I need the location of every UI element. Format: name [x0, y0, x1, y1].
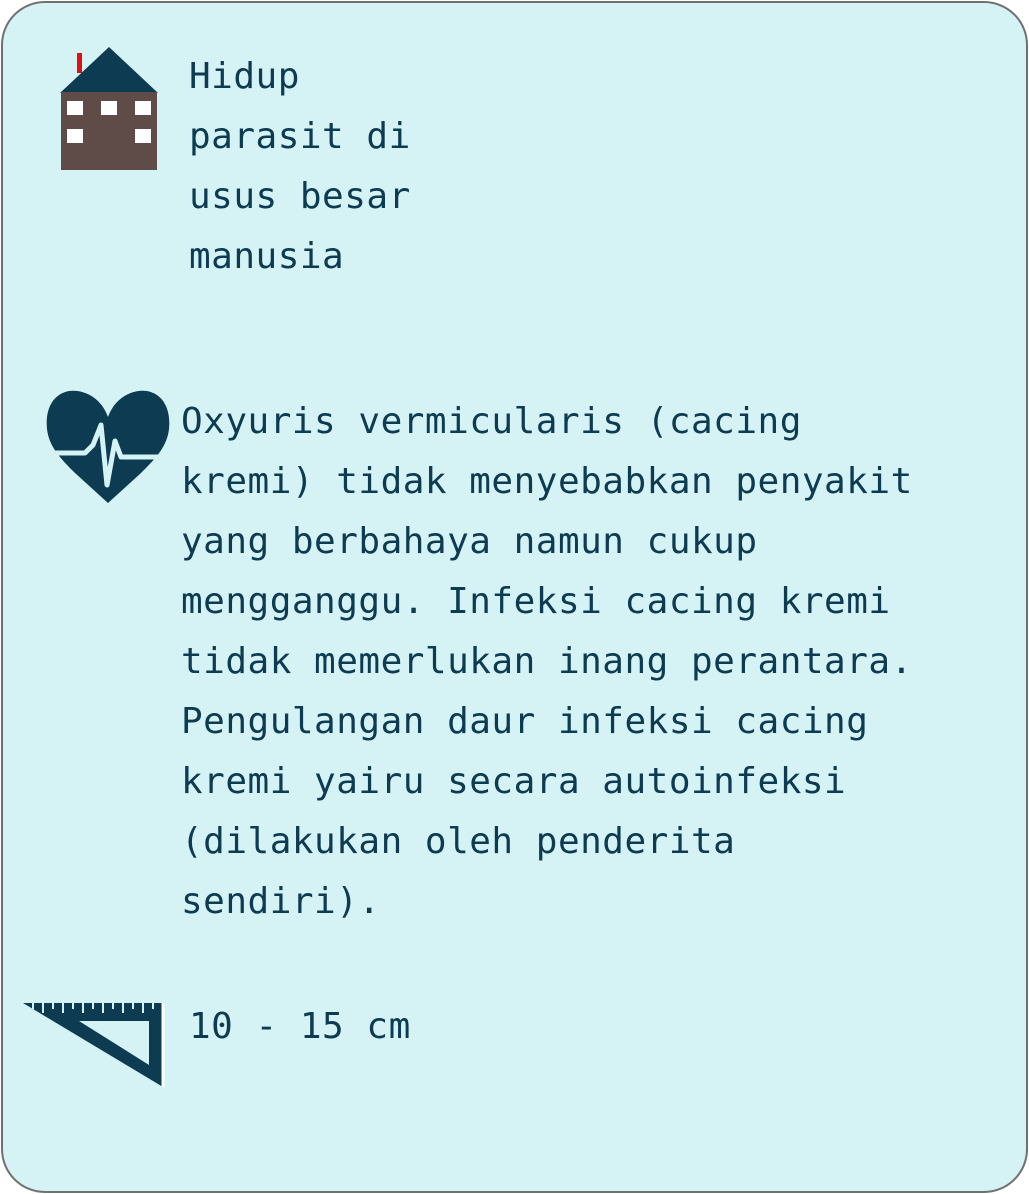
house-icon [60, 47, 158, 170]
size-text: 10 - 15 cm [189, 1006, 411, 1047]
set-square-ruler-icon [23, 1003, 165, 1087]
info-card: Hidup parasit di usus besar manusia Oxyu… [1, 1, 1028, 1193]
description-text: Oxyuris vermicularis (cacing kremi) tida… [181, 401, 913, 922]
heart-pulse-icon [46, 390, 170, 503]
habitat-text: Hidup parasit di usus besar manusia [189, 56, 411, 277]
